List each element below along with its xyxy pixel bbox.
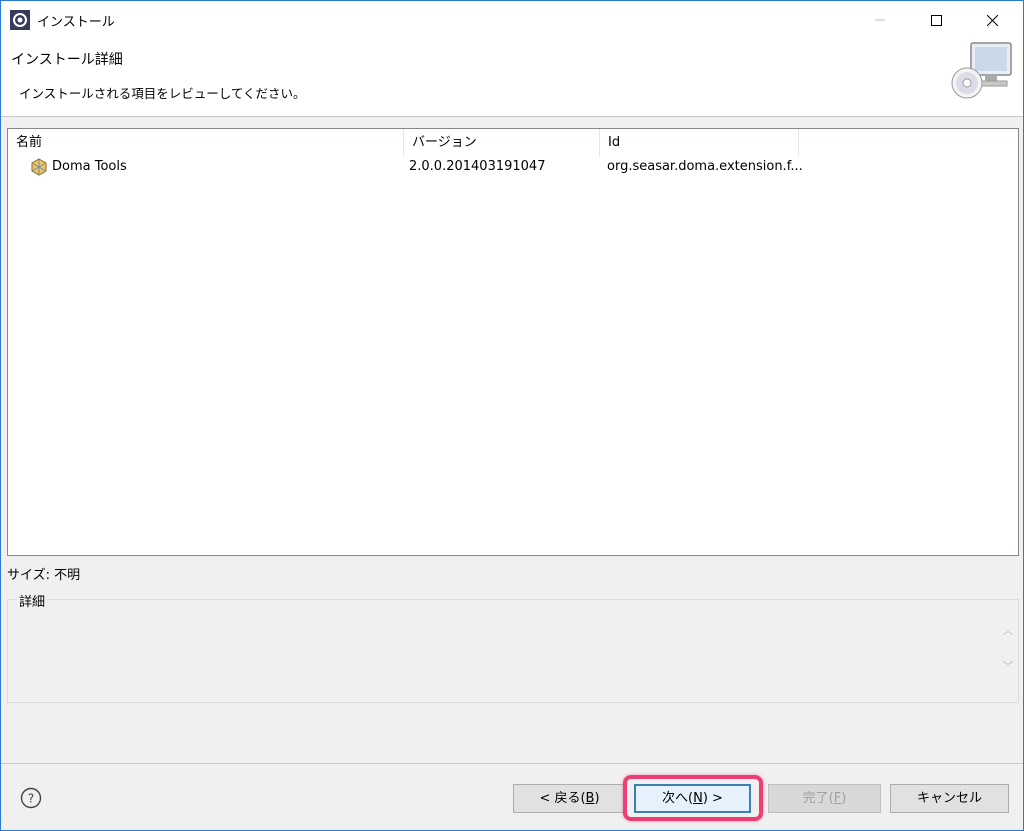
details-text-area[interactable] xyxy=(10,612,996,698)
install-dialog: インストール インストール詳細 インストールされる項目をレビューしてください。 … xyxy=(0,0,1024,831)
column-header-version[interactable]: バージョン xyxy=(404,129,600,156)
back-button[interactable]: < 戻る(B) xyxy=(513,784,626,813)
column-header-id[interactable]: Id xyxy=(600,129,799,156)
title-bar: インストール xyxy=(1,1,1023,39)
next-button-highlight xyxy=(623,775,763,821)
install-items-table[interactable]: 名前 バージョン Id Doma Tools 2.0.0.20140319104… xyxy=(7,128,1019,556)
details-group: 詳細 ︿ ﹀ xyxy=(7,591,1019,703)
finish-button[interactable]: 完了(F) xyxy=(768,784,881,813)
size-label: サイズ: 不明 xyxy=(7,568,81,583)
scroll-down-icon[interactable]: ﹀ xyxy=(1000,658,1016,674)
row-version: 2.0.0.201403191047 xyxy=(409,159,546,174)
page-description: インストールされる項目をレビューしてください。 xyxy=(19,86,306,101)
close-button[interactable] xyxy=(969,1,1015,39)
help-icon[interactable]: ? xyxy=(20,787,42,809)
install-computer-icon xyxy=(951,42,1012,99)
finish-label-suffix: ) xyxy=(841,791,847,806)
minimize-button[interactable] xyxy=(857,1,903,39)
details-label: 詳細 xyxy=(17,591,48,610)
feature-plugin-icon xyxy=(31,158,47,176)
finish-label-prefix: 完了( xyxy=(802,791,834,806)
column-header-name[interactable]: 名前 xyxy=(8,129,404,156)
row-name: Doma Tools xyxy=(52,159,127,174)
scroll-up-icon[interactable]: ︿ xyxy=(1000,622,1016,638)
svg-text:?: ? xyxy=(28,792,34,806)
close-icon xyxy=(986,14,998,26)
wizard-header: インストール詳細 インストールされる項目をレビューしてください。 xyxy=(1,39,1023,117)
row-id: org.seasar.doma.extension.f... xyxy=(607,159,803,174)
back-label-prefix: < 戻る( xyxy=(539,791,586,806)
table-row[interactable]: Doma Tools 2.0.0.201403191047 org.seasar… xyxy=(8,156,1018,178)
eclipse-app-icon xyxy=(10,10,30,30)
divider xyxy=(1,763,1023,764)
maximize-icon xyxy=(930,14,942,26)
back-label-suffix: ) xyxy=(594,791,600,806)
maximize-button[interactable] xyxy=(913,1,959,39)
window-title: インストール xyxy=(37,15,115,30)
cancel-button[interactable]: キャンセル xyxy=(890,784,1009,813)
page-title: インストール詳細 xyxy=(11,52,123,68)
minimize-icon xyxy=(875,19,885,21)
